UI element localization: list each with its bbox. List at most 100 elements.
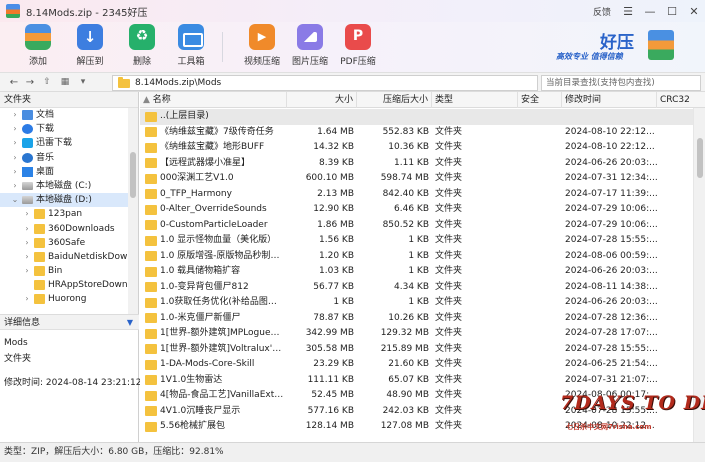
table-row[interactable]: 1.0-变异背包僵尸812 56.77 KB 4.34 KB 文件夹 2024-08-1… bbox=[140, 280, 693, 296]
scrollbar-thumb[interactable] bbox=[697, 138, 703, 178]
video-compress-label: 视频压缩 bbox=[243, 57, 280, 67]
details-header[interactable]: 详细信息 ▼ bbox=[0, 314, 139, 330]
file-name: 1.0获取任务优化(补给品图标距... bbox=[160, 297, 284, 307]
folder-tree-scrollbar[interactable] bbox=[128, 108, 138, 314]
chevron-right-icon[interactable]: › bbox=[22, 222, 32, 236]
table-row[interactable]: 1-DA-Mods-Core-Skill 23.29 KB 21.60 KB 文件夹 2… bbox=[140, 357, 693, 373]
tree-item[interactable]: ⌄ 本地磁盘 (D:) bbox=[0, 193, 138, 208]
column-header-type[interactable]: 类型 bbox=[432, 92, 518, 108]
close-icon[interactable]: ✕ bbox=[683, 5, 705, 18]
chevron-down-icon[interactable]: ⌄ bbox=[10, 193, 20, 207]
file-name: 1[世界-额外建筑]Voltralux's P... bbox=[160, 343, 284, 354]
feedback-button[interactable]: 反馈 bbox=[587, 5, 617, 18]
tree-item[interactable]: › 下载 bbox=[0, 122, 138, 136]
cell-modified: 2024-06-26 20:03:... bbox=[565, 157, 657, 168]
chevron-right-icon[interactable]: › bbox=[22, 207, 32, 221]
image-compress-button[interactable]: 图片压缩 bbox=[290, 24, 330, 67]
disk-icon bbox=[22, 196, 33, 205]
cell-type: 文件夹 bbox=[435, 297, 463, 307]
chevron-right-icon[interactable]: › bbox=[22, 292, 32, 306]
table-row[interactable]: 1.0-米克僵尸新僵尸 78.87 KB 10.26 KB 文件夹 2024-07-28… bbox=[140, 311, 693, 327]
chevron-right-icon[interactable]: › bbox=[22, 250, 32, 264]
search-input[interactable]: 当前目录查找(支持包内查找) bbox=[541, 75, 701, 91]
table-row[interactable]: 《纳维兹宝藏》7级传奇任务 1.64 MB 552.83 KB 文件夹 2024-08-… bbox=[140, 125, 693, 141]
chevron-right-icon[interactable]: › bbox=[22, 236, 32, 250]
folder-icon bbox=[145, 111, 157, 122]
scrollbar-thumb[interactable] bbox=[130, 152, 136, 198]
column-header-security[interactable]: 安全 bbox=[518, 92, 562, 108]
table-row[interactable]: 1.0获取任务优化(补给品图标距... 1 KB 1 KB 文件夹 2024-06-26… bbox=[140, 295, 693, 311]
cell-name: 000深渊工艺V1.0 bbox=[140, 171, 287, 187]
details-collapse-icon[interactable]: ▼ bbox=[127, 315, 133, 331]
tree-item-label: 文档 bbox=[36, 110, 55, 120]
back-arrow-icon[interactable]: ← bbox=[6, 77, 22, 88]
folder-icon bbox=[145, 421, 157, 432]
file-name: 0-Alter_OverrideSounds bbox=[160, 204, 267, 214]
table-row[interactable]: 1[世界-额外建筑]MPLogue_Pr... 342.99 MB 129.32 M… bbox=[140, 326, 693, 342]
tree-item[interactable]: › 音乐 bbox=[0, 151, 138, 165]
folder-icon bbox=[34, 209, 45, 220]
cell-modified: 2024-07-17 11:39:... bbox=[565, 188, 657, 199]
tree-item[interactable]: › 360Downloads bbox=[0, 222, 138, 236]
column-header-modified[interactable]: 修改时间 bbox=[562, 92, 657, 108]
path-field[interactable]: 8.14Mods.zip\Mods bbox=[112, 75, 538, 91]
tree-item[interactable]: › 迅雷下载 bbox=[0, 136, 138, 150]
tree-item[interactable]: HRAppStoreDownlo bbox=[0, 278, 138, 292]
folder-icon bbox=[34, 237, 45, 248]
video-compress-button[interactable]: 视频压缩 bbox=[242, 24, 282, 67]
column-header-compressed[interactable]: 压缩后大小 bbox=[357, 92, 432, 108]
chevron-right-icon[interactable]: › bbox=[10, 122, 20, 136]
parent-directory-row[interactable]: ..(上层目录) bbox=[140, 109, 693, 125]
delete-button[interactable]: 删除 bbox=[122, 24, 162, 67]
toolbox-button[interactable]: 工具箱 bbox=[171, 24, 211, 67]
delete-icon bbox=[129, 24, 155, 50]
table-row[interactable]: 《纳维兹宝藏》地形BUFF 14.32 KB 10.36 KB 文件夹 2024-08-… bbox=[140, 140, 693, 156]
file-name: 000深渊工艺V1.0 bbox=[160, 173, 234, 183]
folder-tree: › 文档 › 下载 › 迅雷下载 › 音乐 › 桌面 › 本地磁盘 (C:) ⌄ 本地磁盘 (D:) › 12… bbox=[0, 108, 138, 314]
table-row[interactable]: 0_TFP_Harmony 2.13 MB 842.40 KB 文件夹 2024-07-… bbox=[140, 187, 693, 203]
table-row[interactable]: 1V1.0生物雷达 111.11 KB 65.07 KB 文件夹 2024-07-31 … bbox=[140, 373, 693, 389]
file-name: 1.0-变异背包僵尸812 bbox=[160, 281, 249, 292]
chevron-right-icon[interactable]: › bbox=[10, 151, 20, 165]
chevron-right-icon[interactable]: › bbox=[10, 108, 20, 122]
table-row[interactable]: 1[世界-额外建筑]Voltralux's P... 305.58 MB 215.8… bbox=[140, 342, 693, 358]
menu-icon[interactable]: ☰ bbox=[617, 5, 639, 18]
chevron-right-icon[interactable]: › bbox=[10, 136, 20, 150]
table-row[interactable]: 1.0 载具储物箱扩容 1.03 KB 1 KB 文件夹 2024-06-26 20:0… bbox=[140, 264, 693, 280]
table-row[interactable]: 0-CustomParticleLoader 1.86 MB 850.52 KB 文件… bbox=[140, 218, 693, 234]
toolbox-button-label: 工具箱 bbox=[177, 57, 205, 67]
chevron-right-icon[interactable]: › bbox=[22, 264, 32, 278]
chevron-right-icon[interactable]: › bbox=[10, 165, 20, 179]
tree-item[interactable]: › 123pan bbox=[0, 207, 138, 221]
table-row[interactable]: 【远程武器爆小准星】 8.39 KB 1.11 KB 文件夹 2024-06-26 20… bbox=[140, 156, 693, 172]
table-row[interactable]: 1.0 原版增强-原版物品秒制作... 1.20 KB 1 KB 文件夹 2024-08… bbox=[140, 249, 693, 265]
cell-name: 5.56枪械扩展包 bbox=[140, 419, 287, 435]
tree-item[interactable]: › BaiduNetdiskDownl bbox=[0, 250, 138, 264]
column-header-name[interactable]: ▲ 名称 bbox=[140, 92, 287, 108]
table-row[interactable]: 0-Alter_OverrideSounds 12.90 KB 6.46 KB 文件夹… bbox=[140, 202, 693, 218]
tree-item[interactable]: › Bin bbox=[0, 264, 138, 278]
add-button[interactable]: 添加 bbox=[18, 24, 58, 67]
dropdown-chevron-icon[interactable]: ▾ bbox=[74, 77, 92, 87]
table-row[interactable]: 1.0 显示怪物血量（美化版） 1.56 KB 1 KB 文件夹 2024-07-28 … bbox=[140, 233, 693, 249]
tree-item[interactable]: › 文档 bbox=[0, 108, 138, 122]
maximize-icon[interactable]: ☐ bbox=[661, 5, 683, 18]
up-folder-icon[interactable]: ⇧ bbox=[38, 77, 56, 87]
minimize-icon[interactable]: — bbox=[639, 5, 661, 18]
chevron-right-icon[interactable]: › bbox=[10, 179, 20, 193]
cell-type: 文件夹 bbox=[435, 421, 463, 431]
tree-item[interactable]: › Huorong bbox=[0, 292, 138, 306]
cell-size: 577.16 KB bbox=[307, 405, 354, 416]
column-header-size[interactable]: 大小 bbox=[287, 92, 357, 108]
forward-arrow-icon[interactable]: → bbox=[22, 77, 38, 88]
tree-item[interactable]: › 360Safe bbox=[0, 236, 138, 250]
cell-size: 128.14 MB bbox=[305, 421, 354, 431]
column-header-crc[interactable]: CRC32 bbox=[657, 92, 705, 108]
tree-item[interactable]: › 本地磁盘 (C:) bbox=[0, 179, 138, 193]
tree-item[interactable]: › 桌面 bbox=[0, 165, 138, 179]
view-mode-icon[interactable]: ▦ bbox=[56, 77, 74, 87]
cell-name: 1.0-变异背包僵尸812 bbox=[140, 280, 287, 296]
pdf-compress-button[interactable]: PDF压缩 bbox=[338, 24, 378, 67]
table-row[interactable]: 000深渊工艺V1.0 600.10 MB 598.74 MB 文件夹 2024-07-… bbox=[140, 171, 693, 187]
extract-button[interactable]: 解压到 bbox=[70, 24, 110, 67]
